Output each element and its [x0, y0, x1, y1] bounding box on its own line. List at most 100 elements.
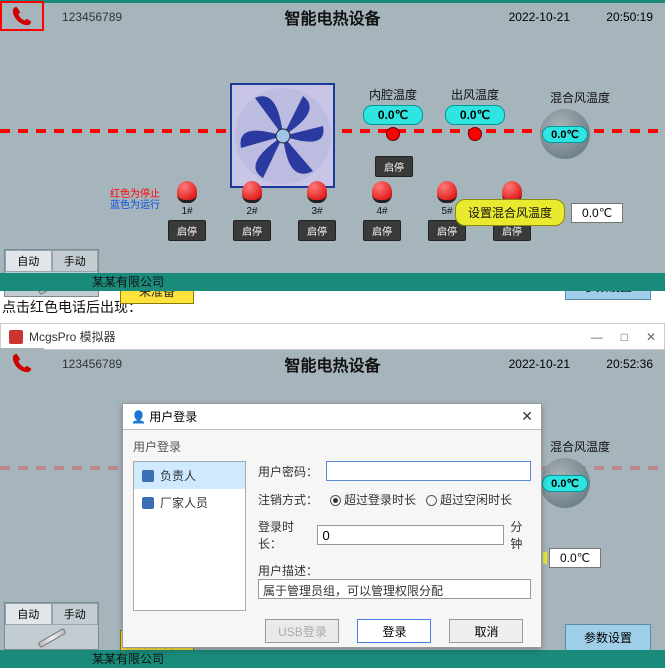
duration-row: 登录时长： 分钟: [258, 518, 531, 552]
sensor-pin-icon: [386, 127, 400, 141]
main-area: 启停 内腔温度 0.0℃ 出风温度 0.0℃ 混合风温度 0.0℃ 红色为停止 …: [0, 31, 665, 273]
description-row: 用户描述： 属于管理员组，可以管理权限分配: [258, 562, 531, 599]
heater-label: 5#: [441, 206, 452, 217]
sensor-cavity-temp: 内腔温度 0.0℃: [358, 86, 428, 141]
heater-4: 4# 启停: [363, 181, 401, 241]
close-button[interactable]: ✕: [646, 330, 656, 344]
sensor-mixed-temp-label: 混合风温度: [545, 438, 615, 455]
app-title: 智能电热设备: [284, 5, 380, 29]
app-icon: [9, 330, 23, 344]
window-title: McgsPro 模拟器: [29, 328, 116, 345]
mode-auto-tab[interactable]: 自动: [5, 250, 52, 272]
heater-toggle-button[interactable]: 启停: [168, 220, 206, 241]
window-title-bar: McgsPro 模拟器 — □ ✕: [0, 323, 665, 350]
dialog-buttons: USB登录 登录 取消: [258, 619, 531, 643]
login-button[interactable]: 登录: [357, 619, 431, 643]
duration-unit: 分钟: [510, 518, 531, 552]
panel-with-dialog: McgsPro 模拟器 — □ ✕ 123456789 智能电热设备 2022-…: [0, 323, 665, 668]
login-dialog: 👤 用户登录 ✕ 用户登录 负责人 厂家人员 用户密码：: [122, 403, 542, 648]
dialog-body: 用户登录 负责人 厂家人员 用户密码： 注销方式： 超过登录时长: [123, 430, 541, 653]
minimize-button[interactable]: —: [591, 330, 603, 344]
description-label: 用户描述：: [258, 562, 531, 579]
user-name: 负责人: [160, 467, 196, 484]
lamp-icon: [372, 181, 392, 203]
company-name: 某某有限公司: [92, 652, 164, 666]
heater-label: 3#: [311, 206, 322, 217]
user-item-factory[interactable]: 厂家人员: [134, 489, 245, 516]
fan-startstop-button[interactable]: 启停: [375, 156, 413, 177]
heater-toggle-button[interactable]: 启停: [363, 220, 401, 241]
phone-icon: [11, 5, 33, 27]
duration-input[interactable]: [317, 525, 504, 545]
mixed-temp-knob[interactable]: 0.0℃: [540, 458, 590, 508]
sensor-value: 0.0℃: [445, 105, 505, 125]
user-icon: 👤: [131, 410, 146, 424]
sensor-label: 内腔温度: [369, 88, 417, 102]
header-time: 20:50:19: [606, 10, 653, 24]
lamp-icon: [242, 181, 262, 203]
radio-idle-duration[interactable]: 超过空闲时长: [426, 491, 512, 508]
setpoint-row: 0.0℃: [543, 548, 601, 568]
company-name: 某某有限公司: [92, 275, 164, 289]
heater-1: 1#启停: [168, 181, 206, 241]
mixed-temp-knob[interactable]: 0.0℃: [540, 109, 590, 159]
dialog-title: 用户登录: [149, 408, 197, 425]
header-bar: 123456789 智能电热设备 2022-10-21 20:50:19: [0, 3, 665, 31]
main-area: 混合风温度 0.0℃ 0.0℃ 👤 用户登录 ✕ 用户登录 负责人 厂家人员: [0, 378, 665, 650]
password-label: 用户密码：: [258, 463, 320, 480]
dialog-close-button[interactable]: ✕: [521, 408, 533, 425]
heater-label: 4#: [376, 206, 387, 217]
mixed-temp-value: 0.0℃: [542, 126, 588, 143]
fan-graphic: [230, 83, 335, 188]
legend-red: 红色为停止: [110, 189, 160, 200]
legend-blue: 蓝色为运行: [110, 200, 160, 211]
dialog-subtitle: 用户登录: [133, 438, 531, 455]
usb-login-button[interactable]: USB登录: [265, 619, 339, 643]
radio-icon: [426, 495, 437, 506]
logout-mode-row: 注销方式： 超过登录时长 超过空闲时长: [258, 491, 531, 508]
heater-3: 3# 启停: [298, 181, 336, 241]
radio-icon: [330, 495, 341, 506]
duration-label: 登录时长：: [258, 518, 311, 552]
mixed-temp-value: 0.0℃: [542, 475, 588, 492]
user-list[interactable]: 负责人 厂家人员: [133, 461, 246, 611]
maximize-button[interactable]: □: [621, 330, 628, 344]
description-value: 属于管理员组，可以管理权限分配: [258, 579, 531, 599]
heater-label: 2#: [246, 206, 257, 217]
header-date: 2022-10-21: [509, 10, 570, 24]
header-time: 20:52:36: [606, 357, 653, 371]
lamp-icon: [437, 181, 457, 203]
sensor-value: 0.0℃: [363, 105, 423, 125]
param-settings-button[interactable]: 参数设置: [565, 624, 651, 651]
panel-initial: 123456789 智能电热设备 2022-10-21 20:50:19 启停 …: [0, 0, 665, 291]
sensor-outlet-temp: 出风温度 0.0℃: [440, 86, 510, 141]
mode-manual-tab[interactable]: 手动: [52, 250, 99, 272]
lamp-icon: [307, 181, 327, 203]
setpoint-input[interactable]: 0.0℃: [571, 203, 623, 223]
sensor-pin-icon: [468, 127, 482, 141]
user-item-admin[interactable]: 负责人: [134, 462, 245, 489]
heater-toggle-button[interactable]: 启停: [298, 220, 336, 241]
setpoint-label-edge: [543, 552, 547, 564]
switch-handle-icon: [37, 628, 66, 648]
mode-auto-tab[interactable]: 自动: [5, 603, 52, 625]
footer-bar: 某某有限公司: [0, 273, 665, 291]
sensor-label: 出风温度: [451, 88, 499, 102]
person-icon: [142, 497, 154, 509]
mode-manual-tab[interactable]: 手动: [52, 603, 99, 625]
setpoint-label: 设置混合风温度: [455, 199, 565, 226]
phone-button[interactable]: [0, 348, 44, 378]
sensor-mixed-temp-label: 混合风温度: [545, 89, 615, 106]
radio-login-duration[interactable]: 超过登录时长: [330, 491, 416, 508]
app-title: 智能电热设备: [284, 352, 380, 376]
setpoint-input[interactable]: 0.0℃: [549, 548, 601, 568]
window-controls: — □ ✕: [591, 330, 656, 344]
setpoint-row: 设置混合风温度 0.0℃: [455, 199, 623, 226]
cancel-button[interactable]: 取消: [449, 619, 523, 643]
heater-toggle-button[interactable]: 启停: [233, 220, 271, 241]
lamp-icon: [177, 181, 197, 203]
mode-switch[interactable]: 自动 手动: [4, 602, 99, 650]
password-input[interactable]: [326, 461, 531, 481]
phone-button[interactable]: [0, 1, 44, 31]
dialog-title-bar: 👤 用户登录 ✕: [123, 404, 541, 430]
